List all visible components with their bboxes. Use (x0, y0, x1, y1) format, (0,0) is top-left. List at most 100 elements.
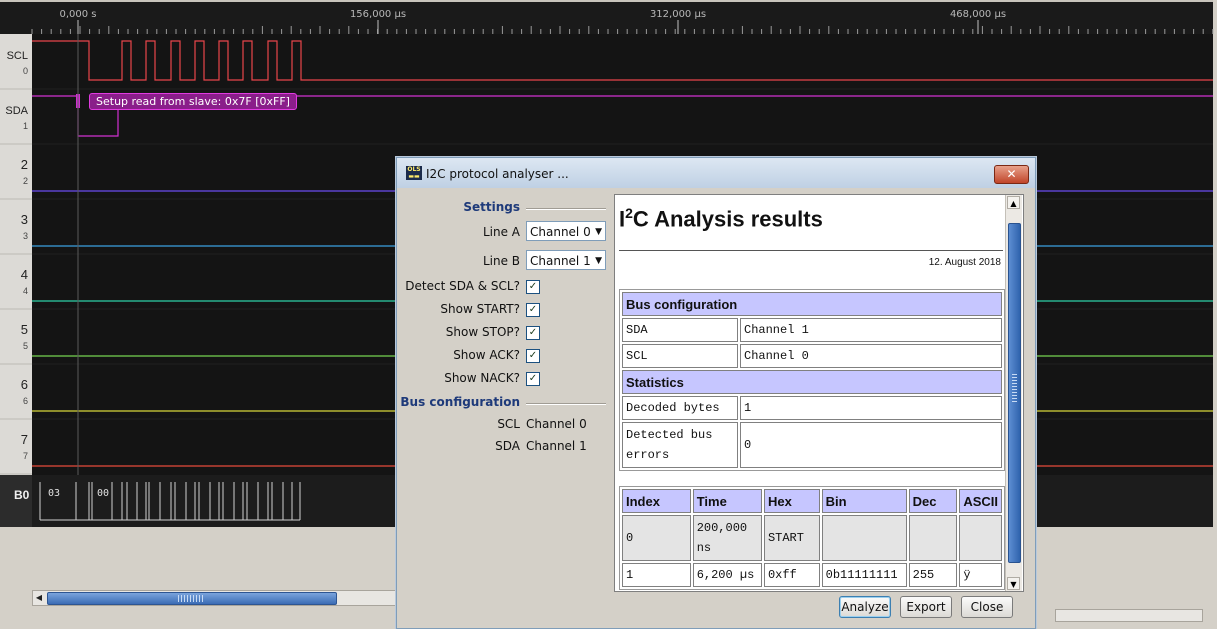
bus-value-1: 00 (97, 488, 109, 499)
scl-value: Channel 0 (526, 417, 587, 431)
table-cell: SCL (622, 344, 738, 368)
channel-index-label: 2 (23, 176, 28, 186)
results-report: I2C Analysis results 12. August 2018 Bus… (614, 194, 1024, 592)
column-header: Bin (821, 489, 907, 513)
channel-index-label: 5 (23, 341, 28, 351)
show-start-label: Show START? (440, 302, 520, 316)
divider (619, 250, 1003, 251)
scl-label: SCL (497, 417, 520, 431)
line-a-select[interactable]: Channel 0 ▼ (526, 221, 606, 241)
table-cell: 0 (740, 422, 1002, 468)
table-cell: Channel 1 (740, 318, 1002, 342)
table-cell (821, 515, 907, 561)
bus-config-table: Bus configuration SDA Channel 1 SCL Channe… (619, 289, 1005, 471)
line-a-label: Line A (482, 225, 520, 239)
table-cell: 200,000 ns (692, 515, 762, 561)
horizontal-scroll-thumb[interactable] (47, 592, 337, 605)
channel-index-label: 7 (23, 451, 28, 461)
bus-config-heading: Bus configuration (400, 395, 520, 409)
settings-heading: Settings (463, 200, 520, 214)
show-ack-label: Show ACK? (453, 348, 520, 362)
close-button[interactable]: Close (961, 596, 1013, 618)
ols-logo-icon: OLS ▬▬ (406, 166, 422, 180)
dialog-titlebar[interactable]: OLS ▬▬ I2C protocol analyser ... ✕ (397, 158, 1035, 188)
chevron-down-icon: ▼ (595, 256, 602, 266)
channel-index-label: 0 (23, 66, 28, 76)
decoded-data-table: Index Time Hex Bin Dec ASCII 0 200,000 n… (619, 486, 1005, 590)
channel-name-label: SCL (7, 50, 28, 62)
scroll-left-icon[interactable]: ◀ (33, 591, 45, 605)
table-cell: 0xff (763, 563, 820, 587)
report-date: 12. August 2018 (928, 257, 1001, 268)
show-stop-checkbox[interactable]: ✓ (526, 326, 540, 340)
dialog-close-button[interactable]: ✕ (994, 165, 1029, 184)
table-cell: Channel 0 (740, 344, 1002, 368)
channel-name-label: SDA (5, 105, 28, 117)
channel-name-label: 2 (21, 157, 28, 172)
show-ack-checkbox[interactable]: ✓ (526, 349, 540, 363)
line-a-value: Channel 0 (530, 225, 591, 239)
table-cell: 1 (622, 563, 691, 587)
report-scroll-thumb[interactable] (1008, 223, 1021, 563)
bus-value-0: 03 (48, 488, 60, 499)
bus-config-table-heading: Bus configuration (622, 292, 1002, 316)
show-start-checkbox[interactable]: ✓ (526, 303, 540, 317)
export-button[interactable]: Export (900, 596, 952, 618)
statistics-heading: Statistics (622, 370, 1002, 394)
time-tick-label: 0,000 s (59, 9, 96, 20)
scroll-up-icon[interactable]: ▲ (1007, 196, 1020, 209)
line-b-select[interactable]: Channel 1 ▼ (526, 250, 606, 270)
table-cell: ÿ (959, 563, 1002, 587)
table-cell: Detected bus errors (622, 422, 738, 468)
channel-name-label: 5 (21, 322, 28, 337)
horizontal-scrollbar[interactable]: ◀ (32, 590, 399, 606)
column-header: Time (692, 489, 762, 513)
table-cell: Decoded bytes (622, 396, 738, 420)
chevron-down-icon: ▼ (595, 227, 602, 237)
bus-label: B0 (14, 488, 30, 502)
sda-label: SDA (495, 439, 520, 453)
grip-icon (178, 595, 204, 602)
table-cell: SDA (622, 318, 738, 342)
table-cell: 1 (740, 396, 1002, 420)
channel-name-label: 6 (21, 377, 28, 392)
show-nack-checkbox[interactable]: ✓ (526, 372, 540, 386)
channel-name-label: 7 (21, 432, 28, 447)
dialog-title: I2C protocol analyser ... (426, 167, 569, 181)
scroll-down-icon[interactable]: ▼ (1007, 577, 1020, 590)
grip-icon (1012, 374, 1017, 404)
time-tick-label: 156,000 µs (350, 9, 406, 20)
report-scrollbar[interactable]: ▲ ▼ (1005, 195, 1022, 591)
column-header: Hex (763, 489, 820, 513)
divider (526, 208, 606, 210)
channel-index-label: 1 (23, 121, 28, 131)
line-b-value: Channel 1 (530, 254, 591, 268)
column-header: Index (622, 489, 691, 513)
table-cell: 6,200 µs (692, 563, 762, 587)
i2c-analyser-dialog: OLS ▬▬ I2C protocol analyser ... ✕ Settin… (396, 157, 1036, 629)
table-row: 0 200,000 ns START (622, 515, 1002, 561)
table-cell: 0 (622, 515, 691, 561)
table-cell: START (763, 515, 820, 561)
analyze-button[interactable]: Analyze (839, 596, 891, 618)
table-cell: 0b11111111 (821, 563, 907, 587)
report-title: I2C Analysis results (619, 205, 823, 232)
table-cell: 255 (908, 563, 958, 587)
time-tick-label: 312,000 µs (650, 9, 706, 20)
show-stop-label: Show STOP? (445, 325, 520, 339)
channel-index-label: 6 (23, 396, 28, 406)
table-cell (908, 515, 958, 561)
channel-name-label: 4 (21, 267, 28, 282)
channel-name-label: 3 (21, 212, 28, 227)
channel-index-label: 3 (23, 231, 28, 241)
line-b-label: Line B (482, 254, 520, 268)
column-header: ASCII (959, 489, 1002, 513)
status-field (1055, 609, 1203, 622)
table-row: 1 6,200 µs 0xff 0b11111111 255 ÿ (622, 563, 1002, 587)
sda-value: Channel 1 (526, 439, 587, 453)
detect-sda-scl-label: Detect SDA & SCL? (405, 279, 520, 293)
divider (526, 403, 606, 405)
decoded-annotation: Setup read from slave: 0x7F [0xFF] (89, 93, 297, 110)
column-header: Dec (908, 489, 958, 513)
detect-sda-scl-checkbox[interactable]: ✓ (526, 280, 540, 294)
